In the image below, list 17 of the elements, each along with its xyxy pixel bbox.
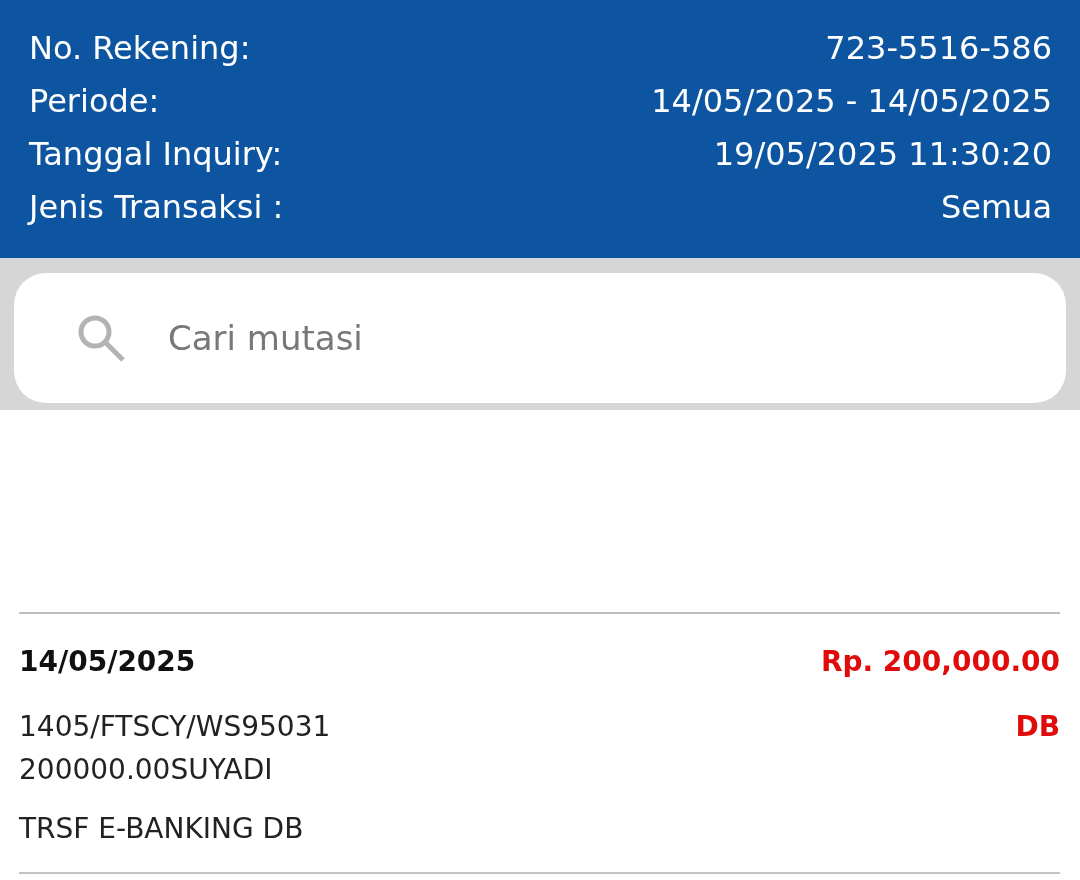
field-value: Semua [940, 187, 1052, 228]
transaction-type: DB [1015, 709, 1060, 745]
transaction-description: 1405/FTSCY/WS95031 [19, 709, 331, 745]
search-field[interactable]: Cari mutasi [14, 273, 1066, 403]
field-label: Periode: [29, 81, 160, 122]
field-value: 19/05/2025 11:30:20 [713, 134, 1052, 175]
field-label: Jenis Transaksi : [29, 187, 284, 228]
field-label: No. Rekening: [29, 28, 251, 69]
transaction-date: 14/05/2025 [19, 644, 196, 680]
transaction-item[interactable]: 14/05/2025 Rp. 200,000.00 1405/FTSCY/WS95031 200000.00SUYADI DB TRSF E-BANKING DB [19, 612, 1060, 874]
transaction-remark: TRSF E-BANKING DB [19, 811, 304, 847]
search-icon [76, 313, 126, 363]
transaction-amount: Rp. 200,000.00 [820, 644, 1060, 680]
field-label: Tanggal Inquiry: [29, 134, 283, 175]
field-value: 723-5516-586 [825, 28, 1052, 69]
transaction-description: 200000.00SUYADI [19, 752, 273, 788]
field-value: 14/05/2025 - 14/05/2025 [651, 81, 1052, 122]
